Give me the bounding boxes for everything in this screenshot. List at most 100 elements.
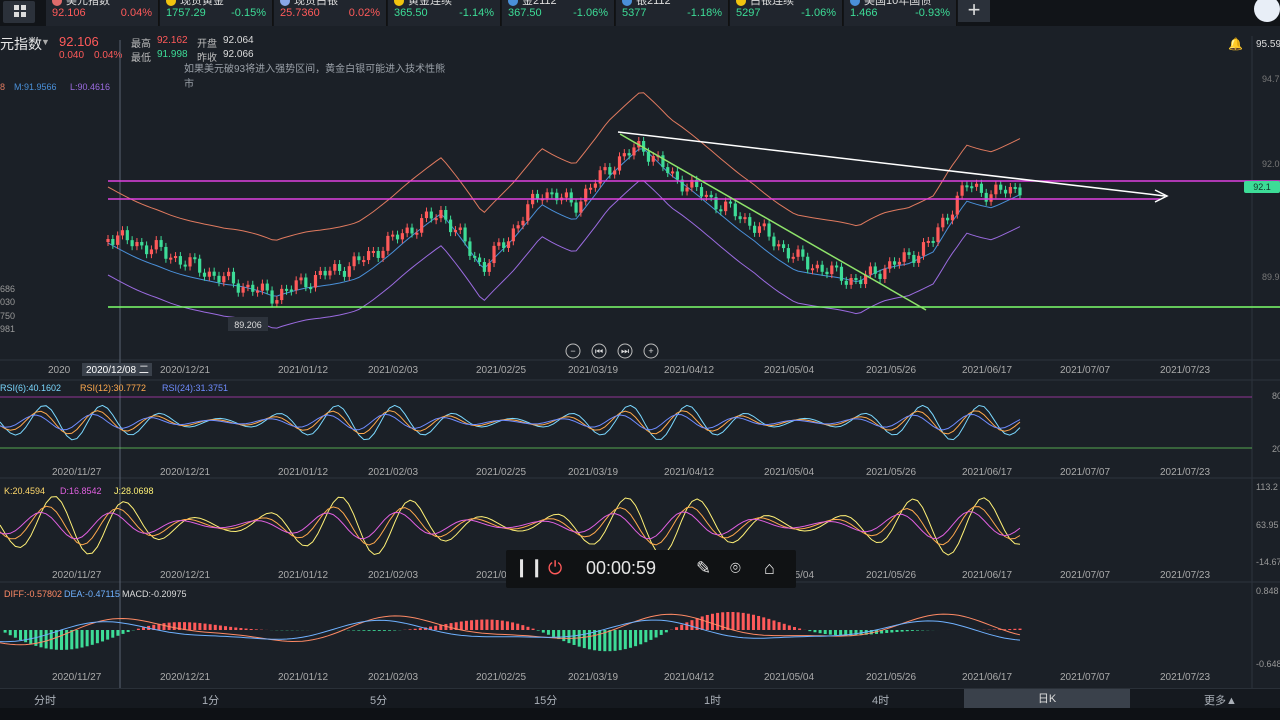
macd-histogram-bar xyxy=(649,630,653,640)
crosshair-date: 2020/12/08 二 xyxy=(86,365,149,376)
candlestick xyxy=(574,202,578,213)
macd-histogram-bar xyxy=(536,630,540,631)
candlestick xyxy=(994,184,998,195)
candlestick xyxy=(502,242,506,248)
pen-icon[interactable]: ✎ xyxy=(696,558,711,579)
macd-histogram-bar xyxy=(244,628,248,630)
candlestick xyxy=(444,209,448,220)
candlestick xyxy=(646,151,651,162)
timeframe-tab-3[interactable]: 15分 xyxy=(534,692,557,708)
candlestick xyxy=(231,271,236,284)
candlestick xyxy=(535,193,540,199)
candlestick xyxy=(608,167,612,175)
macd-histogram-bar xyxy=(895,630,899,633)
macd-histogram-bar xyxy=(833,630,837,636)
candlestick xyxy=(661,155,665,168)
candlestick xyxy=(907,252,911,255)
timeframe-tab-5[interactable]: 4时 xyxy=(872,692,889,708)
price-axis-label: 92.0 xyxy=(1262,159,1280,169)
candlestick xyxy=(1018,187,1022,196)
rsi24-line xyxy=(0,413,1021,431)
kdj-date-label: 2021/06/17 xyxy=(962,570,1012,581)
bollinger-upper-line xyxy=(107,92,1021,241)
candlestick xyxy=(149,249,154,255)
macd-histogram-bar xyxy=(628,630,632,648)
macd-histogram-bar xyxy=(382,630,386,631)
candlestick xyxy=(511,228,515,242)
macd-histogram-bar xyxy=(726,611,730,630)
macd-histogram-bar xyxy=(106,630,110,640)
macd-histogram-bar xyxy=(798,628,802,630)
candlestick xyxy=(815,264,819,269)
macd-histogram-bar xyxy=(377,630,381,631)
candlestick xyxy=(627,153,631,156)
candlestick xyxy=(120,230,125,236)
rsi-date-label: 2021/07/07 xyxy=(1060,467,1110,478)
macd-histogram-bar xyxy=(101,630,105,642)
macd-histogram-bar xyxy=(659,630,663,635)
rsi-axis-bottom: 20 xyxy=(1272,444,1280,454)
chart-zoom-glyph: ⏮ xyxy=(595,346,603,356)
timeframe-tab-7[interactable]: 更多▲ xyxy=(1204,692,1237,708)
candlestick xyxy=(757,226,762,233)
candlestick xyxy=(719,209,723,212)
timeframe-tab-4[interactable]: 1时 xyxy=(704,692,721,708)
candlestick xyxy=(255,290,260,293)
kdj-d-legend: D:16.8542 xyxy=(60,486,102,496)
chart-zoom-glyph: ⏭ xyxy=(621,346,629,356)
macd-histogram-bar xyxy=(54,630,58,650)
macd-histogram-bar xyxy=(772,620,776,630)
date-axis-label: 2021/04/12 xyxy=(664,365,714,376)
candlestick xyxy=(796,249,800,257)
camera-icon[interactable]: ⌾ xyxy=(730,558,741,579)
macd-histogram-bar xyxy=(828,630,832,635)
date-axis-label: 2021/06/17 xyxy=(962,365,1012,376)
candlestick xyxy=(140,242,144,246)
pause-icon[interactable]: ❙❙ xyxy=(514,557,544,578)
candlestick xyxy=(974,183,979,187)
macd-histogram-bar xyxy=(126,630,130,633)
candlestick xyxy=(439,209,443,219)
candlestick xyxy=(333,264,337,271)
macd-histogram-bar xyxy=(3,630,7,633)
bollinger-mid-line xyxy=(107,148,1021,297)
candlestick xyxy=(897,261,901,265)
candlestick xyxy=(265,283,269,291)
bollinger-lower-line xyxy=(107,180,1021,329)
macd-histogram-bar xyxy=(70,630,74,650)
timeframe-tab-2[interactable]: 5分 xyxy=(370,692,387,708)
macd-histogram-bar xyxy=(608,630,612,652)
candlestick xyxy=(473,255,477,258)
candlestick xyxy=(1008,186,1012,194)
macd-histogram-bar xyxy=(521,625,525,630)
macd-histogram-bar xyxy=(700,616,704,630)
rsi-date-label: 2020/12/21 xyxy=(160,467,210,478)
candlestick xyxy=(902,252,906,262)
timeframe-tab-1[interactable]: 1分 xyxy=(202,692,219,708)
home-icon[interactable]: ⌂ xyxy=(764,558,775,579)
macd-histogram-bar xyxy=(716,612,720,630)
rsi-date-label: 2021/03/19 xyxy=(568,467,618,478)
candlestick xyxy=(743,217,747,220)
macd-histogram-bar xyxy=(44,630,48,649)
macd-date-label: 2021/01/12 xyxy=(278,672,328,683)
power-icon[interactable]: ⏻ xyxy=(548,558,562,579)
candlestick xyxy=(424,211,429,219)
macd-histogram-bar xyxy=(418,628,422,630)
timeframe-tab-6[interactable]: 日K xyxy=(964,689,1130,709)
macd-histogram-bar xyxy=(905,630,909,632)
price-axis-label: 89.9 xyxy=(1262,272,1280,282)
timeframe-tab-0[interactable]: 分时 xyxy=(34,692,56,708)
candlestick xyxy=(106,239,110,242)
candlestick xyxy=(921,242,926,256)
bollinger-lower-legend: L:90.4616 xyxy=(70,82,110,92)
candlestick xyxy=(178,256,182,265)
macd-histogram-bar xyxy=(777,622,781,630)
rsi-date-label: 2021/01/12 xyxy=(278,467,328,478)
candlestick xyxy=(371,250,375,253)
kdj-k-line xyxy=(0,505,1021,546)
candlestick xyxy=(217,275,221,283)
macd-legend: MACD:-0.20975 xyxy=(122,589,187,599)
candlestick xyxy=(391,234,395,237)
macd-histogram-bar xyxy=(572,630,576,645)
